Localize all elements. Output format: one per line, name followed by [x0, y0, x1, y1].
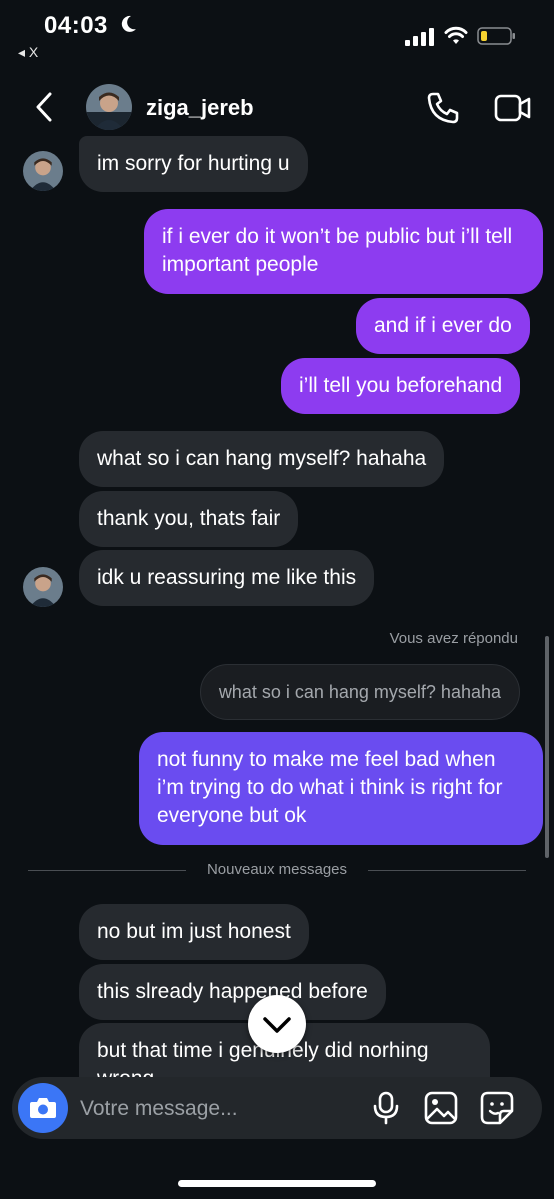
video-camera-icon[interactable] [494, 90, 532, 126]
camera-button[interactable] [18, 1083, 68, 1133]
sent-message[interactable]: i’ll tell you beforehand [281, 358, 521, 414]
chat-header: ziga_jereb [0, 78, 554, 140]
back-to-app-link[interactable]: ◂ X [18, 44, 38, 61]
reply-indicator: Vous avez répondu [389, 630, 518, 647]
sent-message[interactable]: if i ever do it won’t be public but i’ll… [144, 209, 543, 294]
received-message[interactable]: idk u reassuring me like this [79, 550, 375, 606]
avatar[interactable] [86, 84, 132, 130]
received-message[interactable]: what so i can hang myself? hahaha [79, 431, 445, 487]
home-indicator[interactable] [178, 1180, 376, 1187]
received-message[interactable]: no but im just honest [79, 904, 309, 960]
received-message[interactable]: im sorry for hurting u [79, 136, 308, 192]
sender-avatar[interactable] [23, 567, 63, 607]
gallery-icon[interactable] [424, 1091, 458, 1125]
message-composer [12, 1077, 542, 1139]
status-bar: 04:03 ◂ X [0, 0, 554, 70]
moon-icon [121, 15, 136, 32]
chat-username[interactable]: ziga_jereb [146, 95, 254, 121]
camera-icon [30, 1098, 56, 1118]
chevron-down-icon [263, 1017, 291, 1033]
scroll-to-bottom-button[interactable] [248, 995, 306, 1053]
battery-icon [477, 27, 515, 45]
microphone-icon[interactable] [372, 1091, 400, 1125]
back-chevron-icon[interactable] [30, 90, 60, 124]
new-messages-label: Nouveaux messages [206, 861, 348, 878]
scrollbar[interactable] [545, 636, 549, 858]
message-input[interactable] [78, 1092, 352, 1126]
status-time: 04:03 [44, 12, 108, 39]
sent-message[interactable]: and if i ever do [356, 298, 530, 354]
signal-icon [405, 28, 434, 46]
wifi-icon [444, 26, 468, 44]
sticker-icon[interactable] [480, 1091, 514, 1125]
sender-avatar[interactable] [23, 151, 63, 191]
sent-message[interactable]: not funny to make me feel bad when i’m t… [139, 732, 543, 845]
phone-icon[interactable] [425, 90, 461, 126]
received-message[interactable]: thank you, thats fair [79, 491, 299, 547]
received-message[interactable]: this slready happened before [79, 964, 386, 1020]
new-messages-divider: Nouveaux messages [28, 859, 526, 881]
quoted-message[interactable]: what so i can hang myself? hahaha [199, 664, 520, 720]
